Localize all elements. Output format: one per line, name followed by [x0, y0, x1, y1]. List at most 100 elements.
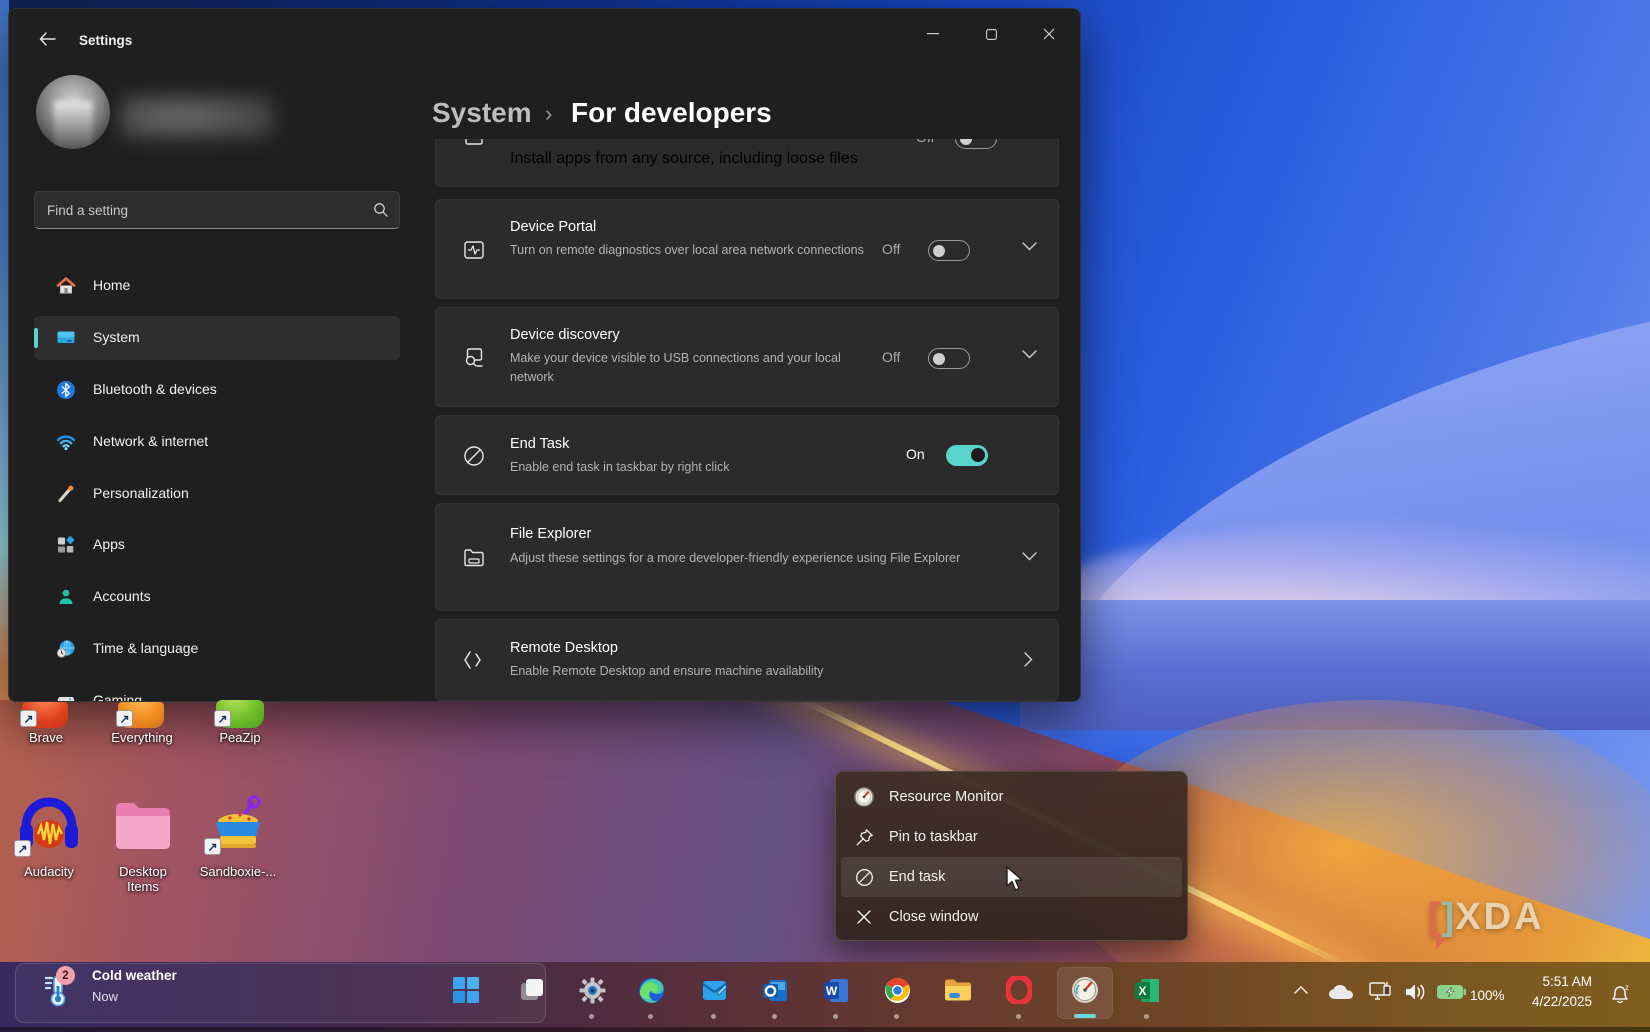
toggle-install-apps[interactable] [955, 139, 997, 149]
toggle-device-portal[interactable] [928, 240, 970, 261]
system-icon [56, 328, 76, 348]
volume-icon[interactable] [1404, 982, 1428, 1002]
breadcrumb-separator: › [545, 101, 552, 127]
search-input[interactable] [47, 192, 367, 228]
onedrive-icon[interactable] [1328, 984, 1354, 1000]
desktop-screen: Settings Home [0, 0, 1650, 1032]
notification-bell-icon[interactable]: z [1608, 982, 1632, 1006]
tray-chevron-up-icon[interactable] [1294, 986, 1308, 994]
pin-icon [854, 827, 874, 847]
menu-item-close-window[interactable]: Close window [841, 897, 1182, 937]
user-icon [56, 587, 76, 607]
shortcut-arrow-icon: ↗ [204, 838, 221, 855]
svg-text:X: X [1138, 984, 1146, 998]
sidebar-item-system[interactable]: System [34, 316, 400, 360]
folder-icon [462, 546, 486, 570]
desktop-icon-label[interactable]: Audacity [6, 864, 92, 879]
clock-date: 4/22/2025 [1500, 992, 1592, 1012]
desktop-icon-label[interactable]: Desktop Items [104, 864, 182, 894]
desktop-icon-label[interactable]: Everything [96, 730, 188, 745]
taskbar-outlook-classic-icon[interactable] [700, 976, 728, 1004]
page-title: For developers [571, 97, 772, 129]
user-name-blurred [121, 95, 273, 139]
weather-headline[interactable]: Cold weather [92, 968, 177, 983]
search-box[interactable] [34, 191, 400, 229]
svg-text:W: W [825, 984, 837, 998]
end-task-icon [462, 444, 486, 468]
taskbar-bottom-strip [0, 1027, 1650, 1032]
running-indicator [648, 1014, 653, 1019]
tray-device-icon[interactable] [1368, 980, 1392, 1004]
sidebar-item-bluetooth[interactable]: Bluetooth & devices [34, 368, 400, 412]
close-button[interactable] [1027, 19, 1071, 49]
setting-row-device-discovery[interactable]: Device discovery Make your device visibl… [435, 307, 1059, 407]
bluetooth-icon [56, 380, 76, 400]
desktop-items-folder-icon[interactable] [112, 798, 174, 854]
active-running-indicator [1074, 1014, 1096, 1018]
shortcut-arrow-icon: ↗ [214, 710, 231, 727]
running-indicator [589, 1014, 594, 1019]
mouse-cursor [1005, 866, 1027, 892]
clock-time: 5:51 AM [1500, 972, 1592, 992]
toggle-end-task[interactable] [946, 445, 988, 466]
device-portal-icon [462, 238, 486, 262]
svg-text:z: z [1625, 983, 1629, 992]
back-button[interactable] [31, 25, 63, 53]
running-indicator [772, 1014, 777, 1019]
remote-desktop-icon [462, 648, 486, 672]
sidebar-item-network[interactable]: Network & internet [34, 420, 400, 464]
setting-row-device-portal[interactable]: Device Portal Turn on remote diagnostics… [435, 199, 1059, 299]
close-icon [854, 907, 874, 927]
task-view-button[interactable] [518, 976, 546, 1004]
selected-accent-pill [34, 328, 38, 348]
taskbar-clock[interactable]: 5:51 AM 4/22/2025 [1500, 972, 1592, 1011]
sidebar-item-personalization[interactable]: Personalization [34, 472, 400, 516]
maximize-button[interactable] [969, 19, 1013, 49]
taskbar-chrome-icon[interactable] [883, 976, 911, 1004]
start-button[interactable] [452, 976, 480, 1004]
desktop-icon-label[interactable]: Sandboxie-... [192, 864, 284, 879]
taskbar-resource-monitor-icon[interactable] [1071, 976, 1099, 1004]
resource-monitor-icon [854, 787, 874, 807]
battery-icon[interactable] [1436, 984, 1466, 1000]
shortcut-arrow-icon: ↗ [116, 710, 133, 727]
desktop-icon-label[interactable]: Brave [8, 730, 84, 745]
setting-row-end-task[interactable]: End Task Enable end task in taskbar by r… [435, 415, 1059, 495]
watermark-left-bracket: [ [1428, 896, 1442, 938]
breadcrumb-system[interactable]: System [432, 97, 532, 129]
running-indicator [711, 1014, 716, 1019]
xda-watermark: []XDA [1428, 896, 1545, 939]
desktop-icon-label[interactable]: PeaZip [200, 730, 280, 745]
taskbar-opera-icon[interactable] [1005, 976, 1033, 1004]
device-discovery-icon [462, 346, 486, 370]
setting-row-file-explorer[interactable]: File Explorer Adjust these settings for … [435, 503, 1059, 611]
sidebar-item-apps[interactable]: Apps [34, 523, 400, 567]
gamepad-icon [56, 691, 76, 702]
user-avatar[interactable] [36, 75, 110, 149]
minimize-button[interactable] [911, 19, 955, 49]
menu-item-pin-to-taskbar[interactable]: Pin to taskbar [841, 817, 1182, 857]
taskbar-excel-icon[interactable]: X [1133, 976, 1161, 1004]
running-indicator [1016, 1014, 1021, 1019]
shortcut-arrow-icon: ↗ [14, 840, 31, 857]
setting-row-install-apps[interactable]: Install apps from any source, including … [435, 139, 1059, 187]
taskbar-word-icon[interactable]: W [822, 976, 850, 1004]
sidebar-item-accounts[interactable]: Accounts [34, 575, 400, 619]
running-indicator [894, 1014, 899, 1019]
home-icon [56, 276, 76, 296]
menu-item-resource-monitor[interactable]: Resource Monitor [841, 777, 1182, 817]
taskbar-context-menu: Resource Monitor Pin to taskbar End task… [835, 771, 1188, 941]
setting-row-remote-desktop[interactable]: Remote Desktop Enable Remote Desktop and… [435, 619, 1059, 701]
globe-clock-icon [56, 639, 76, 659]
sidebar-item-time-language[interactable]: Time & language [34, 627, 400, 671]
watermark-right-bracket: ] [1442, 896, 1456, 938]
wifi-icon [56, 432, 76, 452]
sidebar-item-home[interactable]: Home [34, 264, 400, 308]
taskbar-outlook-icon[interactable] [761, 976, 789, 1004]
taskbar-settings-icon[interactable] [578, 976, 606, 1004]
watermark-tail [1436, 938, 1446, 950]
taskbar-file-explorer-icon[interactable] [944, 976, 972, 1004]
toggle-device-discovery[interactable] [928, 348, 970, 369]
taskbar-edge-icon[interactable] [637, 976, 665, 1004]
sidebar-item-gaming[interactable]: Gaming [34, 679, 400, 702]
